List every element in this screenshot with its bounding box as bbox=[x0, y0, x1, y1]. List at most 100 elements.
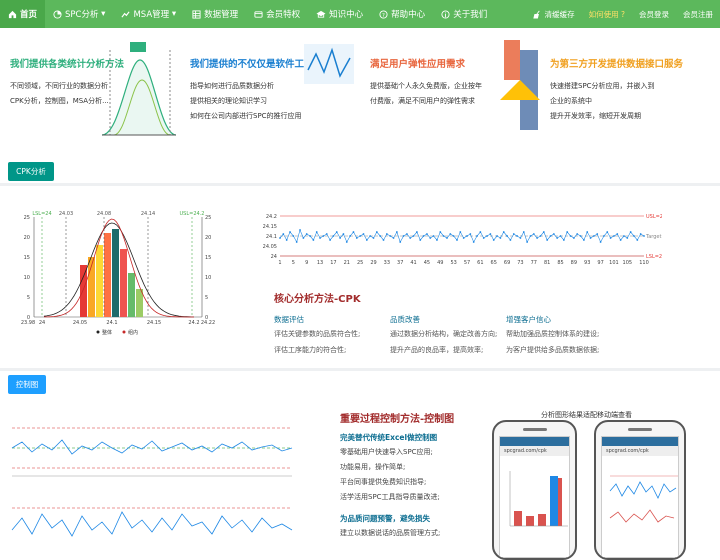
graduation-cap-icon bbox=[316, 10, 326, 18]
data-point bbox=[299, 229, 301, 231]
pie-icon bbox=[53, 9, 62, 19]
svg-text:?: ? bbox=[382, 12, 385, 18]
data-point bbox=[359, 235, 362, 237]
cpk-tab-button[interactable]: CPK分析 bbox=[8, 162, 54, 181]
data-point bbox=[345, 241, 348, 243]
nav-spc[interactable]: SPC分析 ▾ bbox=[45, 0, 113, 28]
register-link[interactable]: 会员注册 bbox=[676, 0, 720, 28]
spec-label: LSL=24 bbox=[32, 211, 51, 217]
data-point bbox=[392, 237, 395, 239]
data-point bbox=[542, 231, 545, 233]
data-point bbox=[395, 231, 398, 233]
x-tick-label: 33 bbox=[384, 260, 390, 266]
section-divider bbox=[0, 368, 720, 371]
spec-label: 24.03 bbox=[59, 211, 73, 217]
data-point bbox=[569, 235, 572, 237]
x-tick-label: 101 bbox=[609, 260, 619, 266]
x-tick-label: 65 bbox=[491, 260, 497, 266]
x-tick-label: 49 bbox=[437, 260, 443, 266]
clear-cache-link[interactable]: 清缓缓存 bbox=[526, 0, 582, 28]
nav-about[interactable]: 关于我们 bbox=[433, 0, 495, 28]
nav-data[interactable]: 数据管理 bbox=[184, 0, 246, 28]
data-point bbox=[492, 239, 495, 241]
data-point bbox=[636, 239, 639, 241]
data-point bbox=[616, 233, 619, 235]
data-point bbox=[355, 237, 358, 239]
feature-card-elastic: 满足用户弹性应用需求 提供基础个人永久免费版，企业按年 付费版，满足不同用户的弹… bbox=[360, 40, 540, 150]
data-point bbox=[405, 233, 408, 235]
data-point bbox=[572, 237, 575, 239]
how-to-use-link[interactable]: 如何使用 ? bbox=[582, 0, 632, 28]
data-point bbox=[489, 233, 492, 235]
data-point bbox=[342, 233, 345, 235]
chevron-down-icon: ▾ bbox=[169, 9, 177, 19]
control-head: 完美替代传统Excel做控制图 bbox=[340, 433, 438, 442]
y-tick-label: 24.05 bbox=[263, 244, 277, 250]
histogram-bar bbox=[128, 273, 135, 317]
usl-label: USL=24.2 bbox=[646, 214, 662, 220]
data-point bbox=[606, 231, 609, 233]
nav-home[interactable]: 首页 bbox=[0, 0, 46, 28]
data-point bbox=[639, 233, 642, 235]
data-point bbox=[365, 239, 368, 241]
data-point bbox=[502, 231, 505, 233]
nav-msa[interactable]: MSA管理 ▾ bbox=[113, 0, 184, 28]
nav-member[interactable]: 会员特权 bbox=[246, 0, 308, 28]
help-circle-icon: ? bbox=[379, 9, 388, 18]
x-tick-label: 85 bbox=[557, 260, 563, 266]
feature-card-api: 为第三方开发提供数据接口服务 快速搭建SPC分析应用，并嵌入到 企业的系统中 提… bbox=[540, 40, 720, 150]
data-point bbox=[499, 237, 502, 239]
control-section-title: 重要过程控制方法-控制图 bbox=[340, 414, 455, 425]
cpk-col-head: 品质改善 bbox=[390, 315, 420, 324]
x-tick-label: 24.15 bbox=[147, 320, 161, 326]
data-point bbox=[289, 231, 291, 233]
data-point bbox=[352, 231, 355, 233]
control-chart-thumbnail bbox=[11, 507, 293, 537]
data-point bbox=[339, 237, 342, 239]
data-point bbox=[362, 233, 365, 235]
data-point bbox=[619, 239, 622, 241]
data-point bbox=[589, 237, 592, 239]
wallet-icon bbox=[254, 10, 263, 18]
data-point bbox=[349, 235, 352, 237]
data-point bbox=[582, 239, 585, 241]
data-point bbox=[379, 235, 382, 237]
data-point bbox=[416, 231, 418, 233]
x-tick-label: 29 bbox=[370, 260, 376, 266]
question-icon: ? bbox=[618, 9, 625, 19]
data-point bbox=[539, 235, 542, 237]
x-tick-label: 5 bbox=[292, 260, 295, 266]
arrow-illustration bbox=[500, 40, 540, 130]
data-point bbox=[526, 241, 529, 243]
y-tick-label: 24 bbox=[271, 254, 277, 260]
y-tick-label: 24.15 bbox=[263, 224, 277, 230]
data-point bbox=[282, 233, 285, 235]
data-point bbox=[436, 239, 438, 241]
y-tick-label: 5 bbox=[27, 295, 30, 301]
x-tick-label: 45 bbox=[424, 260, 430, 266]
data-point bbox=[412, 235, 415, 237]
data-point bbox=[446, 237, 448, 239]
data-point bbox=[576, 233, 579, 235]
data-point bbox=[586, 231, 589, 233]
broom-icon bbox=[532, 10, 540, 19]
data-point bbox=[449, 233, 452, 235]
histogram-bar bbox=[104, 233, 111, 317]
x-tick-label: 25 bbox=[357, 260, 363, 266]
mobile-caption: 分析图形结果适配移动端查看 bbox=[541, 411, 632, 419]
x-tick-label: 13 bbox=[317, 260, 323, 266]
section-divider bbox=[0, 183, 720, 186]
legend-marker-within bbox=[122, 330, 126, 334]
data-point bbox=[329, 239, 331, 241]
nav-knowledge[interactable]: 知识中心 bbox=[308, 0, 371, 28]
data-point bbox=[486, 235, 488, 237]
nav-help[interactable]: ? 帮助中心 bbox=[371, 0, 433, 28]
login-link[interactable]: 会员登录 bbox=[632, 0, 676, 28]
control-head: 为品质问题预警，避免损失 bbox=[340, 514, 430, 523]
y-tick-label-right: 25 bbox=[205, 215, 211, 221]
y-tick-label: 20 bbox=[24, 235, 30, 241]
data-point bbox=[302, 237, 305, 239]
data-point bbox=[439, 231, 442, 233]
control-chart-tab-button[interactable]: 控制图 bbox=[8, 375, 46, 394]
feature-card-methods: 我们提供各类统计分析方法 不同领域，不同行业的数据分析 CPK分析，控制图，MS… bbox=[0, 40, 180, 150]
